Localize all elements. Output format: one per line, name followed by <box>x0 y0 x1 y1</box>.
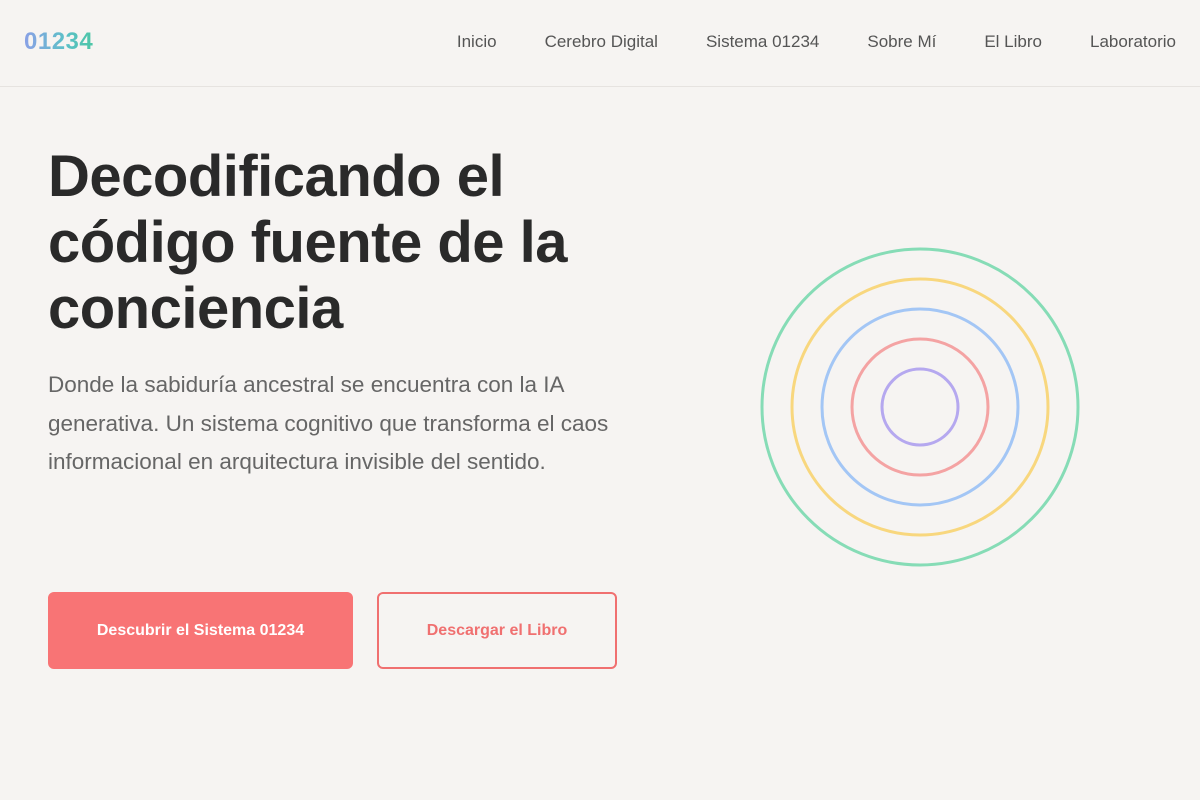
hero-title: Decodificando el código fuente de la con… <box>48 144 568 341</box>
main-nav: Inicio Cerebro Digital Sistema 01234 Sob… <box>457 30 1176 54</box>
nav-item-inicio[interactable]: Inicio <box>457 30 497 54</box>
nav-item-laboratorio[interactable]: Laboratorio <box>1090 30 1176 54</box>
discover-system-button[interactable]: Descubrir el Sistema 01234 <box>48 592 353 669</box>
nav-item-cerebro-digital[interactable]: Cerebro Digital <box>545 30 658 54</box>
ring-fourth <box>850 337 990 477</box>
site-header: 01234 Inicio Cerebro Digital Sistema 012… <box>0 0 1200 87</box>
hero-subtitle: Donde la sabiduría ancestral se encuentr… <box>48 372 609 474</box>
nav-item-sobre-mi[interactable]: Sobre Mí <box>867 30 936 54</box>
ring-outer <box>760 247 1080 567</box>
nav-item-sistema-01234[interactable]: Sistema 01234 <box>706 30 819 54</box>
logo-link[interactable]: 01234 <box>24 28 93 56</box>
ring-inner <box>880 367 960 447</box>
page: 01234 Inicio Cerebro Digital Sistema 012… <box>0 0 1200 800</box>
nav-item-el-libro[interactable]: El Libro <box>984 30 1042 54</box>
concentric-rings-icon <box>760 247 1080 567</box>
download-book-button[interactable]: Descargar el Libro <box>377 592 617 669</box>
ring-second <box>790 277 1050 537</box>
